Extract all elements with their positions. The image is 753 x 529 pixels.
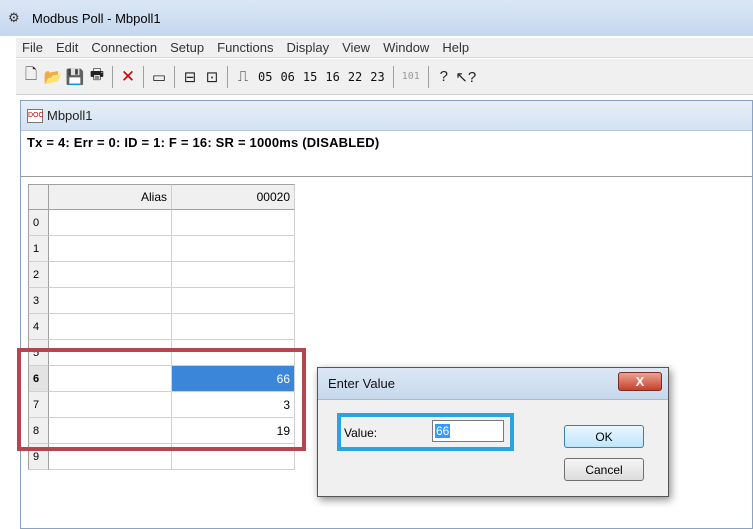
ok-button[interactable]: OK bbox=[564, 425, 644, 448]
row-index: 1 bbox=[28, 236, 49, 262]
highlight-input-box bbox=[337, 413, 514, 451]
alias-cell[interactable] bbox=[49, 236, 172, 262]
print-icon[interactable]: 🖶 bbox=[86, 66, 108, 88]
dialog-title: Enter Value bbox=[328, 376, 395, 391]
context-help-icon[interactable]: ↖? bbox=[455, 66, 477, 88]
row-index: 3 bbox=[28, 288, 49, 314]
value-cell[interactable] bbox=[172, 210, 295, 236]
toolbar: 🗋 📂 💾 🖶 ✕ ▭ ⊟ ⊡ ⎍ 05 06 15 16 22 23 101 … bbox=[16, 59, 753, 95]
fc-22-button[interactable]: 22 bbox=[344, 70, 366, 84]
fc-06-button[interactable]: 06 bbox=[276, 70, 298, 84]
toolbar-separator bbox=[112, 65, 113, 88]
toolbar-separator bbox=[427, 65, 429, 88]
menu-functions[interactable]: Functions bbox=[211, 40, 280, 55]
table-row: 2 bbox=[28, 262, 298, 288]
grid-corner bbox=[28, 184, 49, 210]
table-row: 0 bbox=[28, 210, 298, 236]
value-cell[interactable] bbox=[172, 288, 295, 314]
enter-value-dialog: Enter Value X Value: 66 OK Cancel bbox=[317, 367, 669, 497]
alias-cell[interactable] bbox=[49, 314, 172, 340]
alias-header: Alias bbox=[49, 184, 172, 210]
delete-icon[interactable]: ✕ bbox=[117, 66, 139, 88]
menu-window[interactable]: Window bbox=[377, 40, 436, 55]
toolbar-separator bbox=[143, 65, 144, 88]
disconnect-icon[interactable]: ⊡ bbox=[201, 66, 223, 88]
new-file-icon[interactable]: 🗋 bbox=[20, 66, 42, 88]
menu-edit[interactable]: Edit bbox=[50, 40, 85, 55]
help-icon[interactable]: ? bbox=[433, 66, 455, 88]
table-row: 3 bbox=[28, 288, 298, 314]
fc-23-button[interactable]: 23 bbox=[366, 70, 388, 84]
cancel-button[interactable]: Cancel bbox=[564, 458, 644, 481]
fc-15-button[interactable]: 15 bbox=[299, 70, 321, 84]
title-bar: ⚙ Modbus Poll - Mbpoll1 bbox=[0, 0, 753, 36]
menu-setup[interactable]: Setup bbox=[164, 40, 211, 55]
toolbar-separator bbox=[392, 65, 394, 88]
menu-display[interactable]: Display bbox=[281, 40, 337, 55]
child-window-title: Mbpoll1 bbox=[47, 108, 93, 123]
fc-05-button[interactable]: 05 bbox=[254, 70, 276, 84]
row-index: 4 bbox=[28, 314, 49, 340]
pulse-icon[interactable]: ⎍ bbox=[232, 66, 254, 88]
menu-file[interactable]: File bbox=[16, 40, 50, 55]
open-folder-icon[interactable]: 📂 bbox=[42, 66, 64, 88]
status-line: Tx = 4: Err = 0: ID = 1: F = 16: SR = 10… bbox=[21, 131, 752, 177]
menu-connection[interactable]: Connection bbox=[85, 40, 164, 55]
close-button[interactable]: X bbox=[618, 372, 662, 391]
save-icon[interactable]: 💾 bbox=[64, 66, 86, 88]
toolbar-separator bbox=[227, 65, 228, 88]
connect-icon[interactable]: ⊟ bbox=[179, 66, 201, 88]
row-index: 0 bbox=[28, 210, 49, 236]
menu-view[interactable]: View bbox=[336, 40, 377, 55]
alias-cell[interactable] bbox=[49, 210, 172, 236]
fc-16-button[interactable]: 16 bbox=[321, 70, 343, 84]
value-cell[interactable] bbox=[172, 236, 295, 262]
row-index: 2 bbox=[28, 262, 49, 288]
toolbar-separator bbox=[174, 65, 175, 88]
document-icon: DOC bbox=[27, 108, 44, 123]
value-cell[interactable] bbox=[172, 262, 295, 288]
window-title: Modbus Poll - Mbpoll1 bbox=[32, 10, 161, 26]
menu-help[interactable]: Help bbox=[436, 40, 476, 55]
dialog-title-bar: Enter Value bbox=[318, 368, 668, 400]
alias-cell[interactable] bbox=[49, 288, 172, 314]
address-header: 00020 bbox=[172, 184, 295, 210]
address-101-button[interactable]: 101 bbox=[398, 71, 424, 82]
menu-bar: File Edit Connection Setup Functions Dis… bbox=[16, 38, 753, 58]
child-title-bar: DOC Mbpoll1 bbox=[21, 101, 752, 131]
table-row: 1 bbox=[28, 236, 298, 262]
grid-header-row: Alias 00020 bbox=[28, 184, 298, 210]
window-icon[interactable]: ▭ bbox=[148, 66, 170, 88]
modbus-app-icon: ⚙ bbox=[8, 10, 20, 25]
value-cell[interactable] bbox=[172, 314, 295, 340]
highlight-rows-box bbox=[17, 348, 306, 451]
table-row: 4 bbox=[28, 314, 298, 340]
alias-cell[interactable] bbox=[49, 262, 172, 288]
